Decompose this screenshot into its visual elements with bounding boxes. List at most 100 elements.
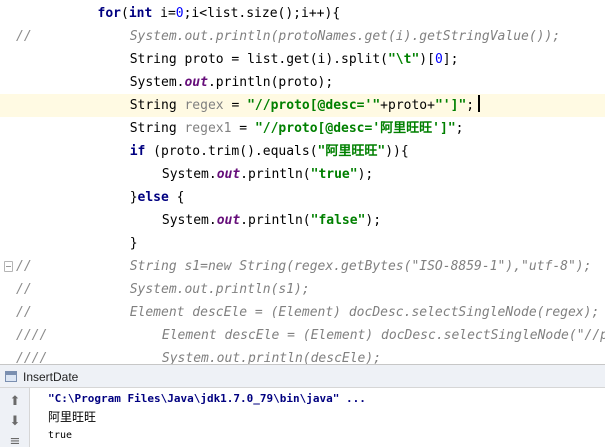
- code-token: 0: [434, 52, 443, 67]
- code-token: "true": [310, 167, 358, 182]
- code-token: );: [365, 213, 382, 228]
- code-text: for(int i=0;i<list.size();i++){: [98, 2, 341, 25]
- code-token: ;: [466, 98, 475, 113]
- code-token: String proto = list.get(i).split(: [129, 52, 388, 67]
- code-token: }: [129, 190, 138, 205]
- code-token: .println(: [240, 167, 311, 182]
- code-token: out: [216, 167, 241, 182]
- console-line: 阿里旺旺: [48, 410, 97, 424]
- code-token: "//proto[@desc='阿里旺旺']": [254, 121, 456, 136]
- code-text: }else {: [130, 186, 185, 209]
- code-token: {: [168, 190, 185, 205]
- code-line[interactable]: // System.out.println(s1);: [0, 278, 605, 301]
- code-line[interactable]: }else {: [0, 186, 605, 209]
- code-token: String s1=new String(regex.getBytes("ISO…: [129, 259, 592, 274]
- code-line[interactable]: System.out.println(proto);: [0, 71, 605, 94]
- fold-marker-icon[interactable]: [4, 261, 13, 272]
- code-line[interactable]: System.out.println("true");: [0, 163, 605, 186]
- code-editor[interactable]: for(int i=0;i<list.size();i++){//System.…: [0, 0, 605, 364]
- code-line[interactable]: // String s1=new String(regex.getBytes("I…: [0, 255, 605, 278]
- text-caret: [478, 95, 480, 112]
- code-line[interactable]: // Element descEle = (Element) docDesc.se…: [0, 301, 605, 324]
- code-token: )[: [419, 52, 435, 67]
- code-token: =: [231, 121, 255, 136]
- code-token: System.out.println(descEle);: [161, 351, 382, 364]
- comment-marker: //: [16, 259, 32, 274]
- code-token: "false": [310, 213, 366, 228]
- code-token: for: [97, 6, 121, 21]
- console-line: true: [48, 430, 73, 441]
- code-line[interactable]: String regex = "//proto[@desc='"+proto+"…: [0, 94, 605, 117]
- console-output[interactable]: "C:\Program Files\Java\jdk1.7.0_79\bin\j…: [30, 388, 605, 447]
- code-token: String: [129, 121, 185, 136]
- code-token: );: [357, 167, 374, 182]
- code-text: System.out.println(descEle);: [162, 347, 381, 364]
- code-text: System.out.println("false");: [162, 209, 381, 232]
- code-token: (: [120, 6, 129, 21]
- code-token: ;: [455, 121, 464, 136]
- code-token: "\t": [387, 52, 420, 67]
- code-line[interactable]: System.out.println("false");: [0, 209, 605, 232]
- code-token: (proto.trim().equals(: [145, 144, 318, 159]
- code-token: System.out.println(protoNames.get(i).get…: [129, 29, 561, 44]
- comment-marker: //: [16, 282, 32, 297]
- code-token: else: [137, 190, 169, 205]
- code-text: }: [130, 232, 138, 255]
- soft-wrap-icon[interactable]: ≡: [7, 433, 23, 447]
- code-token: int: [128, 6, 153, 21]
- code-line[interactable]: String regex1 = "//proto[@desc='阿里旺旺']";: [0, 117, 605, 140]
- code-token: out: [184, 75, 208, 90]
- code-text: Element descEle = (Element) docDesc.sele…: [130, 301, 600, 324]
- comment-marker: ////: [16, 328, 48, 343]
- code-token: i=: [152, 6, 176, 21]
- code-line[interactable]: if (proto.trim().equals("阿里旺旺")){: [0, 140, 605, 163]
- code-line[interactable]: for(int i=0;i<list.size();i++){: [0, 2, 605, 25]
- code-token: "阿里旺旺": [317, 144, 386, 159]
- code-text: System.out.println("true");: [162, 163, 373, 186]
- code-token: )){: [385, 144, 409, 159]
- run-tab-label[interactable]: InsertDate: [23, 365, 78, 389]
- code-token: System.out.println(s1);: [129, 282, 310, 297]
- code-line[interactable]: }: [0, 232, 605, 255]
- scroll-up-arrow-icon[interactable]: ⬆: [7, 393, 23, 409]
- code-text: String regex = "//proto[@desc='"+proto+"…: [130, 94, 480, 117]
- code-token: 0: [175, 6, 184, 21]
- code-token: String: [129, 98, 185, 113]
- comment-marker: ////: [16, 351, 48, 364]
- code-token: ];: [442, 52, 459, 67]
- code-token: regex: [184, 98, 224, 113]
- code-token: =: [223, 98, 248, 113]
- code-token: System.: [161, 213, 217, 228]
- code-line[interactable]: //// System.out.println(descEle);: [0, 347, 605, 364]
- code-token: .println(proto);: [207, 75, 334, 90]
- code-line[interactable]: //// Element descEle = (Element) docDesc.…: [0, 324, 605, 347]
- code-token: "//proto[@desc='": [247, 98, 381, 113]
- code-token: System.: [129, 75, 185, 90]
- run-config-icon: [5, 371, 17, 382]
- code-text: String s1=new String(regex.getBytes("ISO…: [130, 255, 592, 278]
- scroll-down-arrow-icon[interactable]: ⬇: [7, 413, 23, 429]
- code-token: out: [216, 213, 241, 228]
- code-token: Element descEle = (Element) docDesc.sele…: [161, 328, 605, 343]
- code-text: System.out.println(proto);: [130, 71, 334, 94]
- code-text: String proto = list.get(i).split("\t")[0…: [130, 48, 459, 71]
- code-token: Element descEle = (Element) docDesc.sele…: [129, 305, 600, 320]
- comment-marker: //: [16, 29, 32, 44]
- comment-marker: //: [16, 305, 32, 320]
- code-token: regex1: [184, 121, 232, 136]
- code-token: System.: [161, 167, 217, 182]
- run-toolbar: ⬆ ⬇ ≡: [0, 388, 30, 447]
- code-token: .println(: [240, 213, 311, 228]
- code-token: }: [129, 236, 138, 251]
- code-token: ;i<list.size();i++){: [183, 6, 341, 21]
- code-line[interactable]: String proto = list.get(i).split("\t")[0…: [0, 48, 605, 71]
- code-line[interactable]: // System.out.println(protoNames.get(i).g…: [0, 25, 605, 48]
- code-token: +proto+: [380, 98, 435, 113]
- code-token: "']": [434, 98, 467, 113]
- code-text: System.out.println(protoNames.get(i).get…: [130, 25, 560, 48]
- code-text: String regex1 = "//proto[@desc='阿里旺旺']";: [130, 117, 464, 140]
- console-line: "C:\Program Files\Java\jdk1.7.0_79\bin\j…: [48, 392, 366, 405]
- code-text: if (proto.trim().equals("阿里旺旺")){: [130, 140, 409, 163]
- code-token: if: [129, 144, 146, 159]
- code-text: Element descEle = (Element) docDesc.sele…: [162, 324, 605, 347]
